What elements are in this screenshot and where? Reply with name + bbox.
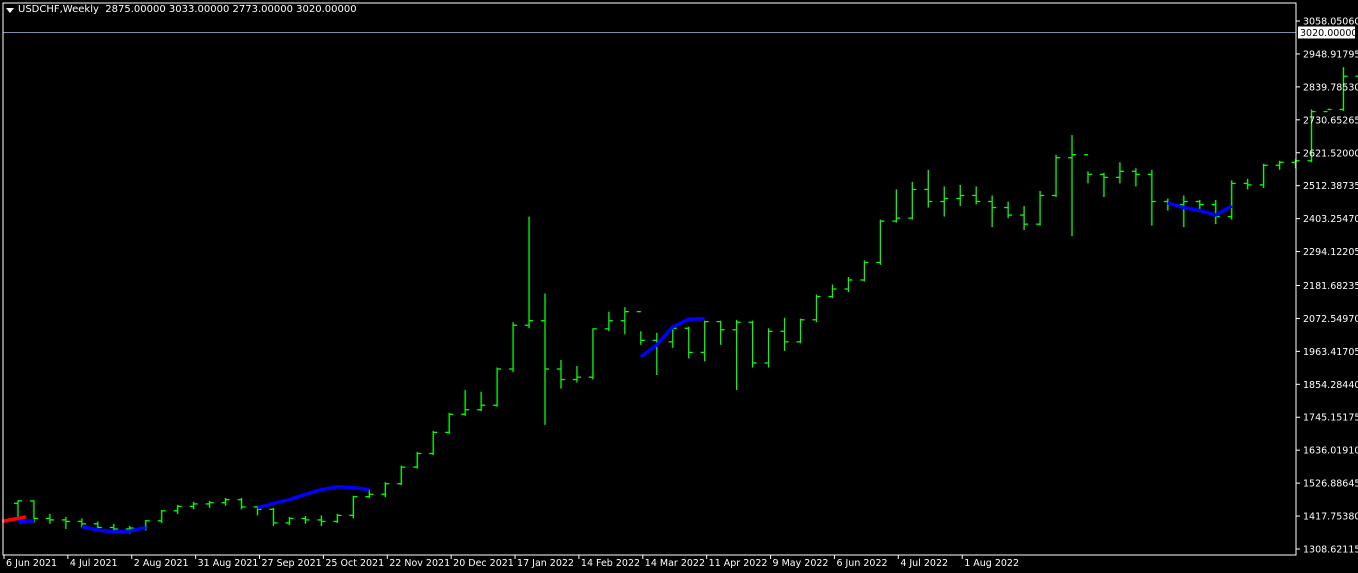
symbol-timeframe: USDCHF,Weekly <box>18 4 99 15</box>
x-tick-label: 4 Jul 2022 <box>900 558 948 569</box>
x-tick-label: 2 Aug 2021 <box>134 558 189 569</box>
x-tick-label: 14 Feb 2022 <box>581 558 640 569</box>
y-tick-label: 1854.28440 <box>1303 380 1358 391</box>
x-tick-label: 31 Aug 2021 <box>198 558 259 569</box>
chart-header: USDCHF,Weekly 2875.00000 3033.00000 2773… <box>18 4 357 15</box>
current-price-badge: 3020.00000 <box>1298 26 1357 39</box>
y-tick-label: 2948.91795 <box>1303 49 1358 60</box>
current-price-label: 3020.00000 <box>1300 28 1357 39</box>
x-tick-label: 4 Jul 2021 <box>70 558 118 569</box>
x-tick-label: 6 Jun 2021 <box>6 558 57 569</box>
chart-background <box>0 0 1358 573</box>
y-tick-label: 3058.05060 <box>1303 17 1358 28</box>
y-tick-label: 1636.01910 <box>1303 446 1358 457</box>
price-chart[interactable]: 3058.05060 2948.91795 2839.78530 2730.65265… <box>0 0 1358 573</box>
y-tick-label: 2072.54970 <box>1303 314 1358 325</box>
y-tick-label: 1526.88645 <box>1303 479 1358 490</box>
x-tick-label: 25 Oct 2021 <box>325 558 384 569</box>
y-tick-label: 2403.25470 <box>1303 214 1358 225</box>
y-tick-label: 1417.75380 <box>1303 512 1358 523</box>
x-tick-label: 22 Nov 2021 <box>389 558 450 569</box>
x-tick-label: 17 Jan 2022 <box>517 558 574 569</box>
x-tick-label: 6 Jun 2022 <box>836 558 887 569</box>
x-tick-label: 9 May 2022 <box>773 558 829 569</box>
ohlc-values: 2875.00000 3033.00000 2773.00000 3020.00… <box>105 4 357 15</box>
y-tick-label: 1745.15175 <box>1303 413 1358 424</box>
y-tick-label: 1963.41705 <box>1303 347 1358 358</box>
y-tick-label: 2621.52000 <box>1303 148 1358 159</box>
x-tick-label: 20 Dec 2021 <box>453 558 514 569</box>
y-tick-label: 2294.12205 <box>1303 247 1358 258</box>
chart-menu-icon[interactable] <box>6 8 14 13</box>
y-tick-label: 2839.78530 <box>1303 82 1358 93</box>
x-tick-label: 11 Apr 2022 <box>709 558 768 569</box>
ma-segment <box>17 519 35 524</box>
y-tick-label: 2512.38735 <box>1303 181 1358 192</box>
x-axis-ticks: 6 Jun 2021 4 Jul 2021 2 Aug 2021 31 Aug 202… <box>3 555 1019 569</box>
x-tick-label: 14 Mar 2022 <box>645 558 705 569</box>
x-tick-label: 27 Sep 2021 <box>262 558 322 569</box>
y-tick-label: 2730.65265 <box>1303 115 1358 126</box>
x-tick-label: 1 Aug 2022 <box>964 558 1019 569</box>
y-tick-label: 2181.68235 <box>1303 281 1358 292</box>
y-tick-label: 1308.62115 <box>1303 545 1358 556</box>
